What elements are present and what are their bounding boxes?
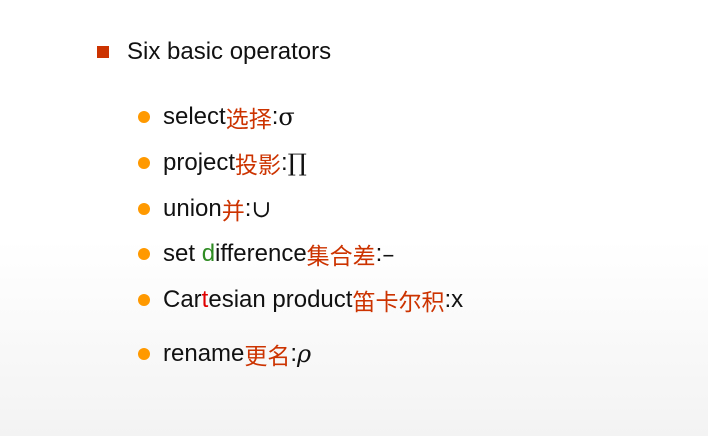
list-item-set-difference: set d ifference 集合差: – [138, 237, 394, 271]
operator-symbol: x [451, 286, 464, 313]
heading-text: Six basic operators [127, 38, 332, 65]
list-item-cartesian-product: Car t esian product 笛卡尔积: x [138, 283, 463, 317]
bullet-dot-icon [138, 157, 150, 169]
item-separator: : [375, 240, 383, 267]
bullet-dot-icon [138, 348, 150, 360]
operator-symbol: ∪ [251, 195, 272, 223]
item-english-part2: ifference [215, 240, 307, 267]
item-english-part1: Car [163, 286, 202, 313]
operator-symbol: σ [278, 103, 295, 131]
item-chinese: 投影 [235, 153, 282, 179]
item-chinese: 并 [221, 199, 245, 225]
bullet-dot-icon [138, 111, 150, 123]
item-english-highlight: d [201, 240, 216, 267]
item-english: rename [163, 340, 245, 367]
item-english-part1: set [163, 240, 202, 267]
item-english: project [163, 149, 236, 176]
slide-heading: Six basic operators [97, 38, 331, 66]
item-chinese: 集合差 [306, 244, 376, 270]
list-item-rename: rename 更名: ρ [138, 337, 311, 371]
item-separator: : [244, 195, 252, 222]
bullet-dot-icon [138, 294, 150, 306]
bullet-dot-icon [138, 203, 150, 215]
operator-symbol: ∏ [287, 149, 307, 177]
bullet-dot-icon [138, 248, 150, 260]
square-bullet-icon [97, 46, 109, 58]
list-item-select: select 选择: σ [138, 100, 295, 134]
operator-symbol: – [382, 240, 395, 268]
list-item-project: project 投影: ∏ [138, 146, 307, 180]
item-separator: : [271, 103, 279, 130]
item-separator: : [444, 286, 452, 313]
item-english: select [163, 103, 226, 130]
list-item-union: union 并: ∪ [138, 192, 272, 226]
item-english: union [163, 195, 222, 222]
item-chinese: 笛卡尔积 [352, 290, 445, 316]
operator-symbol: ρ [297, 340, 312, 368]
item-separator: : [281, 149, 288, 176]
item-chinese: 更名 [244, 344, 291, 370]
item-english-highlight: t [201, 286, 209, 313]
item-chinese: 选择 [225, 107, 272, 133]
item-english-part2: esian product [208, 286, 353, 313]
